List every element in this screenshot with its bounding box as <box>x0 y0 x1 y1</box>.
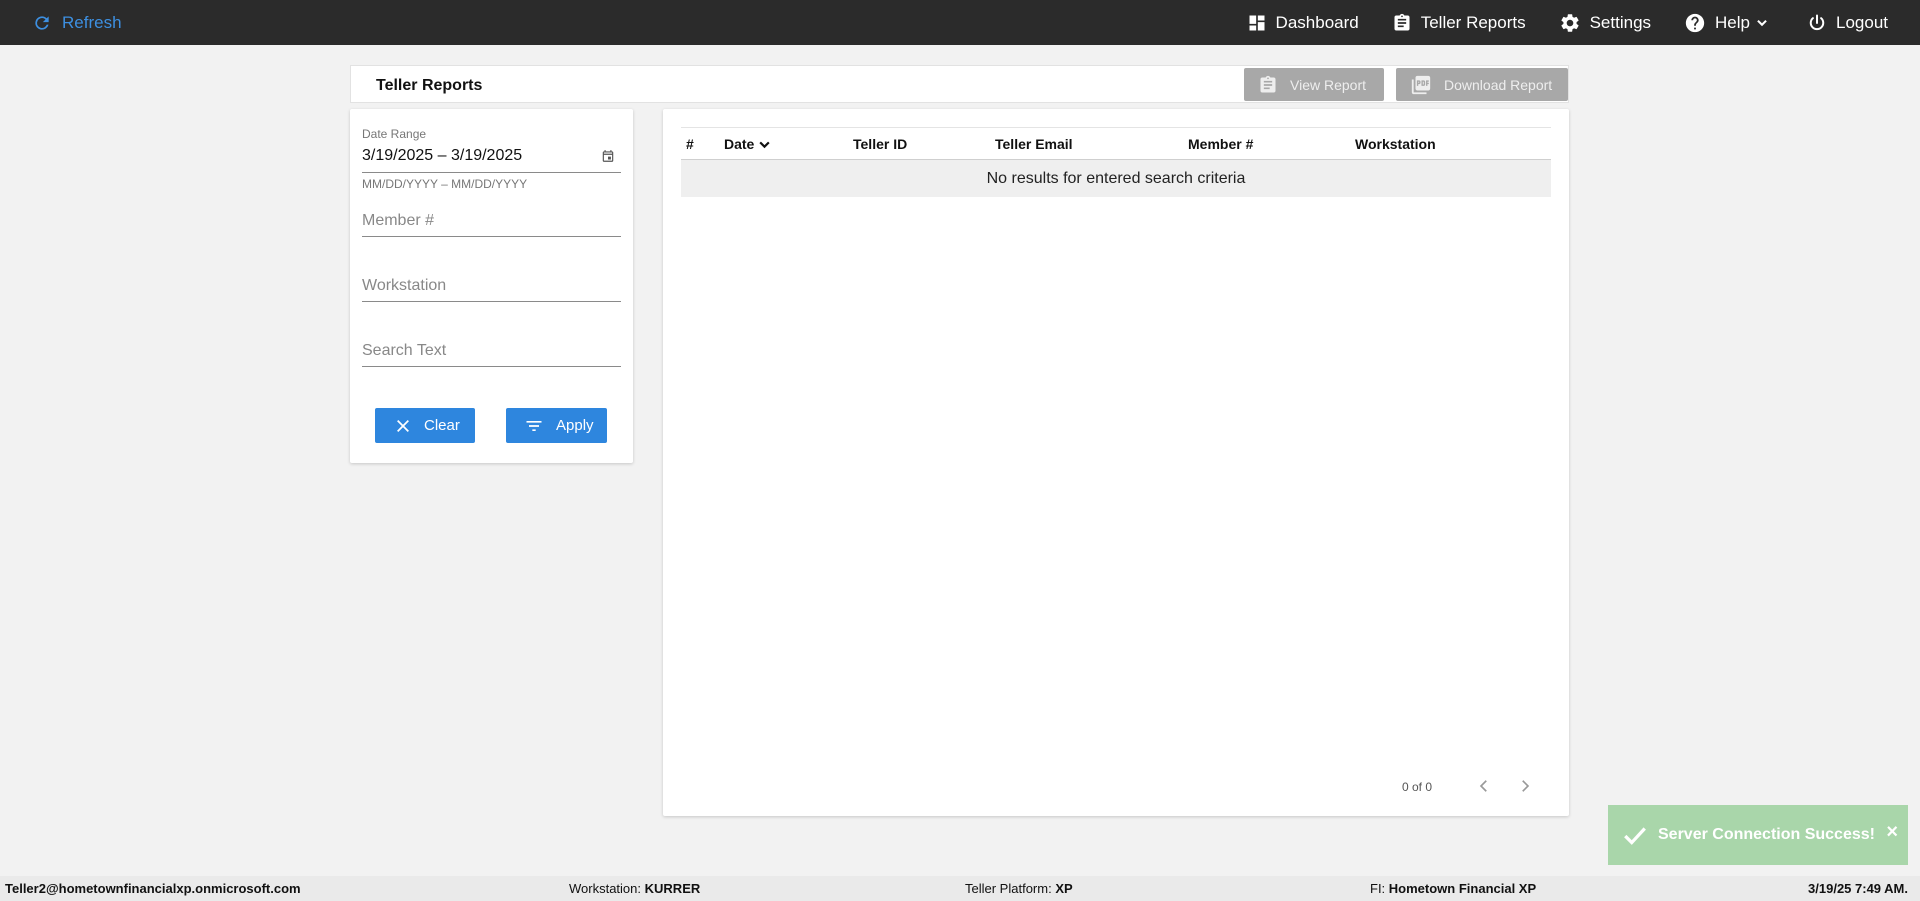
page-header: Teller Reports View Report Download Repo… <box>350 65 1569 103</box>
footer-fi-value: Hometown Financial XP <box>1388 881 1537 896</box>
date-range-hint: MM/DD/YYYY – MM/DD/YYYY <box>362 177 528 191</box>
member-underline <box>362 236 621 237</box>
clipboard-icon <box>1394 13 1410 31</box>
clipboard-icon <box>1260 75 1276 92</box>
nav-logout[interactable]: Logout <box>1807 13 1888 33</box>
column-header-member[interactable]: Member # <box>1188 136 1253 152</box>
nav-help[interactable]: Help <box>1684 12 1769 34</box>
success-toast: Server Connection Success! × <box>1608 805 1908 865</box>
column-header-number[interactable]: # <box>686 136 694 152</box>
help-icon <box>1685 13 1705 32</box>
column-header-workstation[interactable]: Workstation <box>1355 136 1436 152</box>
close-icon <box>397 419 409 432</box>
column-header-teller-email[interactable]: Teller Email <box>995 136 1073 152</box>
pagination-status: 0 of 0 <box>1402 780 1433 794</box>
footer-workstation: Workstation: KURRER <box>569 881 700 896</box>
date-range-underline <box>362 172 621 173</box>
checkmark-icon <box>1624 827 1646 845</box>
footer-platform: Teller Platform: XP <box>965 881 1073 896</box>
view-report-label: View Report <box>1290 76 1367 93</box>
nav-dashboard[interactable]: Dashboard <box>1247 13 1359 33</box>
column-header-teller-id[interactable]: Teller ID <box>853 136 907 152</box>
toast-close-button[interactable]: × <box>1886 821 1898 844</box>
next-page-icon[interactable] <box>1516 777 1534 795</box>
main-nav: Dashboard Teller Reports Settings Help L… <box>1247 0 1920 45</box>
footer-fi-label: FI: <box>1370 881 1386 896</box>
dashboard-icon <box>1249 15 1265 30</box>
power-icon <box>1809 14 1825 30</box>
sort-descending-icon <box>759 141 770 148</box>
status-footer: Teller2@hometownfinancialxp.onmicrosoft.… <box>0 876 1920 901</box>
apply-label: Apply <box>556 417 594 434</box>
chevron-down-icon <box>1757 19 1767 26</box>
download-report-button[interactable]: Download Report <box>1396 68 1568 101</box>
column-header-date-label: Date <box>724 136 755 152</box>
nav-logout-label: Logout <box>1836 12 1888 32</box>
footer-workstation-label: Workstation: <box>569 881 642 896</box>
workstation-input[interactable]: Workstation <box>362 277 446 295</box>
empty-results-row: No results for entered search criteria <box>681 160 1551 197</box>
refresh-label: Refresh <box>62 12 122 32</box>
search-text-input[interactable]: Search Text <box>362 342 446 360</box>
member-input[interactable]: Member # <box>362 212 434 230</box>
nav-settings[interactable]: Settings <box>1559 12 1651 34</box>
previous-page-icon[interactable] <box>1475 777 1493 795</box>
footer-workstation-value: KURRER <box>644 881 701 896</box>
footer-timestamp: 3/19/25 7:49 AM. <box>1808 881 1908 896</box>
nav-dashboard-label: Dashboard <box>1275 12 1359 32</box>
filter-icon <box>526 420 542 431</box>
view-report-button[interactable]: View Report <box>1244 68 1384 101</box>
nav-help-label: Help <box>1715 12 1750 32</box>
footer-fi: FI: Hometown Financial XP <box>1370 881 1536 896</box>
nav-teller-reports-label: Teller Reports <box>1420 12 1526 32</box>
nav-teller-reports[interactable]: Teller Reports <box>1392 13 1526 33</box>
results-panel: # Date Teller ID Teller Email Member # W… <box>663 109 1569 816</box>
apply-button[interactable]: Apply <box>506 408 607 443</box>
toast-message: Server Connection Success! <box>1658 826 1875 843</box>
column-header-date[interactable]: Date <box>724 136 771 152</box>
filter-panel: Date Range 3/19/2025 – 3/19/2025 MM/DD/Y… <box>350 109 633 463</box>
refresh-icon <box>35 15 49 30</box>
clear-label: Clear <box>424 417 460 434</box>
search-text-underline <box>362 366 621 367</box>
workstation-underline <box>362 301 621 302</box>
footer-platform-value: XP <box>1055 881 1073 896</box>
date-range-label: Date Range <box>362 127 427 141</box>
calendar-icon[interactable] <box>601 149 615 163</box>
footer-platform-label: Teller Platform: <box>965 881 1052 896</box>
download-report-label: Download Report <box>1444 76 1553 93</box>
pdf-icon <box>1411 75 1431 94</box>
clear-button[interactable]: Clear <box>375 408 475 443</box>
top-nav-bar: Refresh Dashboard Teller Reports Setting… <box>0 0 1920 45</box>
footer-user: Teller2@hometownfinancialxp.onmicrosoft.… <box>5 881 301 896</box>
date-range-input[interactable]: 3/19/2025 – 3/19/2025 <box>362 147 522 165</box>
refresh-button[interactable]: Refresh <box>32 0 122 45</box>
nav-settings-label: Settings <box>1589 12 1652 32</box>
gear-icon <box>1561 13 1579 32</box>
page-title: Teller Reports <box>376 77 483 94</box>
table-header: # Date Teller ID Teller Email Member # W… <box>681 127 1551 160</box>
